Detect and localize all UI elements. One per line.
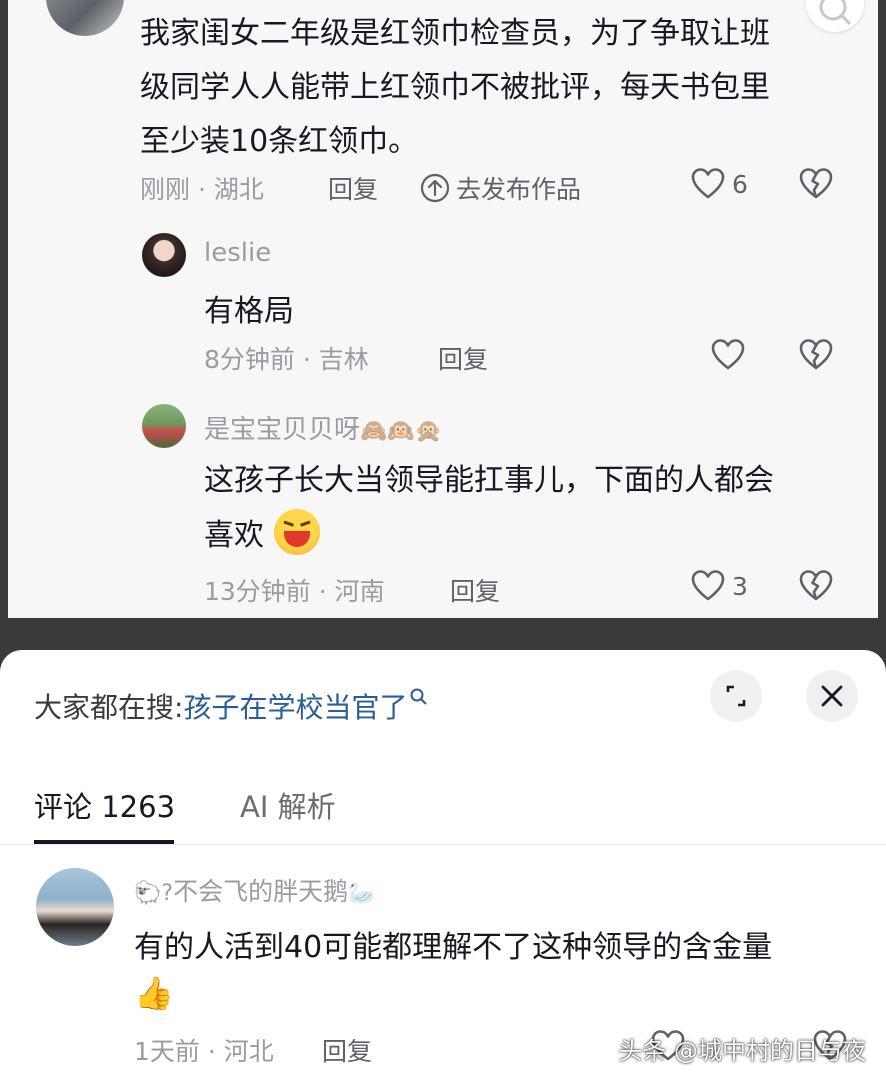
trending-search-term: 孩子在学校当官了 [183, 691, 408, 724]
search-button[interactable] [806, 0, 864, 32]
upload-circle-icon [420, 173, 450, 203]
search-icon [819, 0, 852, 26]
watermark: 头条 @城中村的日与夜 [618, 1037, 866, 1065]
dislike-icon[interactable] [798, 337, 834, 373]
publish-work-button[interactable]: 去发布作品 [420, 170, 581, 206]
avatar[interactable] [142, 404, 186, 448]
tab-comments[interactable]: 评论 1263 [34, 784, 175, 826]
location: 吉林 [318, 345, 369, 374]
comment-meta: 8分钟前 · 吉林 [204, 340, 369, 376]
like-count: 3 [732, 572, 748, 601]
comment-meta: 1天前 · 河北 [134, 1032, 274, 1068]
username: 是宝宝贝贝呀 [204, 415, 361, 445]
username: 不会飞的胖天鹅 [173, 877, 349, 906]
meta-dot: · [197, 175, 214, 204]
like-count: 6 [732, 170, 748, 199]
reply-text: 喜欢 [204, 518, 264, 553]
monkey-emoji: 🙈🙉🙊 [360, 419, 443, 444]
heart-icon[interactable] [710, 337, 746, 373]
dislike-icon[interactable] [798, 568, 834, 604]
comment-meta: 13分钟前 · 河南 [204, 572, 385, 608]
close-button[interactable] [806, 670, 858, 722]
reply-button[interactable]: 回复 [438, 340, 488, 376]
search-icon [410, 688, 428, 705]
avatar[interactable] [46, 0, 124, 36]
expand-icon [726, 685, 746, 707]
meta-dot: · [318, 577, 335, 606]
reply-button[interactable]: 回复 [328, 170, 378, 206]
comment-text: 有的人活到40可能都理解不了这种领导的含金量 [134, 930, 773, 965]
reply-button[interactable]: 回复 [450, 572, 500, 608]
reply-button[interactable]: 回复 [322, 1032, 372, 1068]
tab-ai-analysis[interactable]: AI 解析 [240, 784, 336, 826]
avatar[interactable] [142, 233, 186, 277]
username[interactable]: leslie [204, 238, 271, 268]
dislike-icon[interactable] [798, 166, 834, 202]
laughing-emoji [273, 509, 320, 555]
timestamp: 1天前 [134, 1037, 200, 1066]
expand-button[interactable] [710, 670, 762, 722]
trending-search-prefix: 大家都在搜: [34, 691, 184, 724]
location: 河南 [334, 577, 385, 606]
meta-dot: · [207, 1037, 224, 1066]
timestamp: 13分钟前 [204, 577, 311, 606]
trending-search[interactable]: 大家都在搜:孩子在学校当官了 [34, 686, 429, 726]
heart-icon[interactable] [690, 568, 726, 604]
username-row[interactable]: 🐑?不会飞的胖天鹅🦢 [134, 872, 376, 908]
reply-text: 有格局 [204, 294, 294, 329]
meta-dot: · [302, 345, 319, 374]
comment-meta: 刚刚 · 湖北 [140, 170, 264, 206]
tab-divider [0, 844, 886, 845]
swan-emoji: 🦢 [348, 881, 376, 906]
location: 河北 [223, 1037, 274, 1066]
heart-icon[interactable] [690, 166, 726, 202]
comments-sheet: 大家都在搜:孩子在学校当官了 评论 1263 AI 解析 🐑?不会飞的胖天鹅🦢 … [0, 650, 886, 1080]
name-prefix-emoji: 🐑? [134, 881, 174, 906]
reply-text-line-2: 喜欢 [204, 509, 320, 555]
reply-text-line-1: 这孩子长大当领导能扛事儿，下面的人都会 [204, 463, 774, 498]
comment-thread-panel: 我家闺女二年级是红领巾检查员，为了争取让班 级同学人人能带上红领巾不被批评，每天… [8, 0, 878, 618]
username-row[interactable]: 是宝宝贝贝呀🙈🙉🙊 [204, 409, 442, 446]
thumbs-up-emoji: 👍 [134, 974, 174, 1012]
publish-work-label: 去发布作品 [456, 175, 582, 204]
timestamp: 8分钟前 [204, 345, 295, 374]
close-icon [821, 685, 843, 707]
comment-text-line-2: 级同学人人能带上红领巾不被批评，每天书包里 [140, 70, 770, 105]
location: 湖北 [213, 175, 264, 204]
comment-text-line-1: 我家闺女二年级是红领巾检查员，为了争取让班 [140, 16, 770, 51]
timestamp: 刚刚 [140, 175, 191, 204]
comment-text-line-3: 至少装10条红领巾。 [140, 124, 419, 159]
avatar[interactable] [36, 868, 114, 946]
